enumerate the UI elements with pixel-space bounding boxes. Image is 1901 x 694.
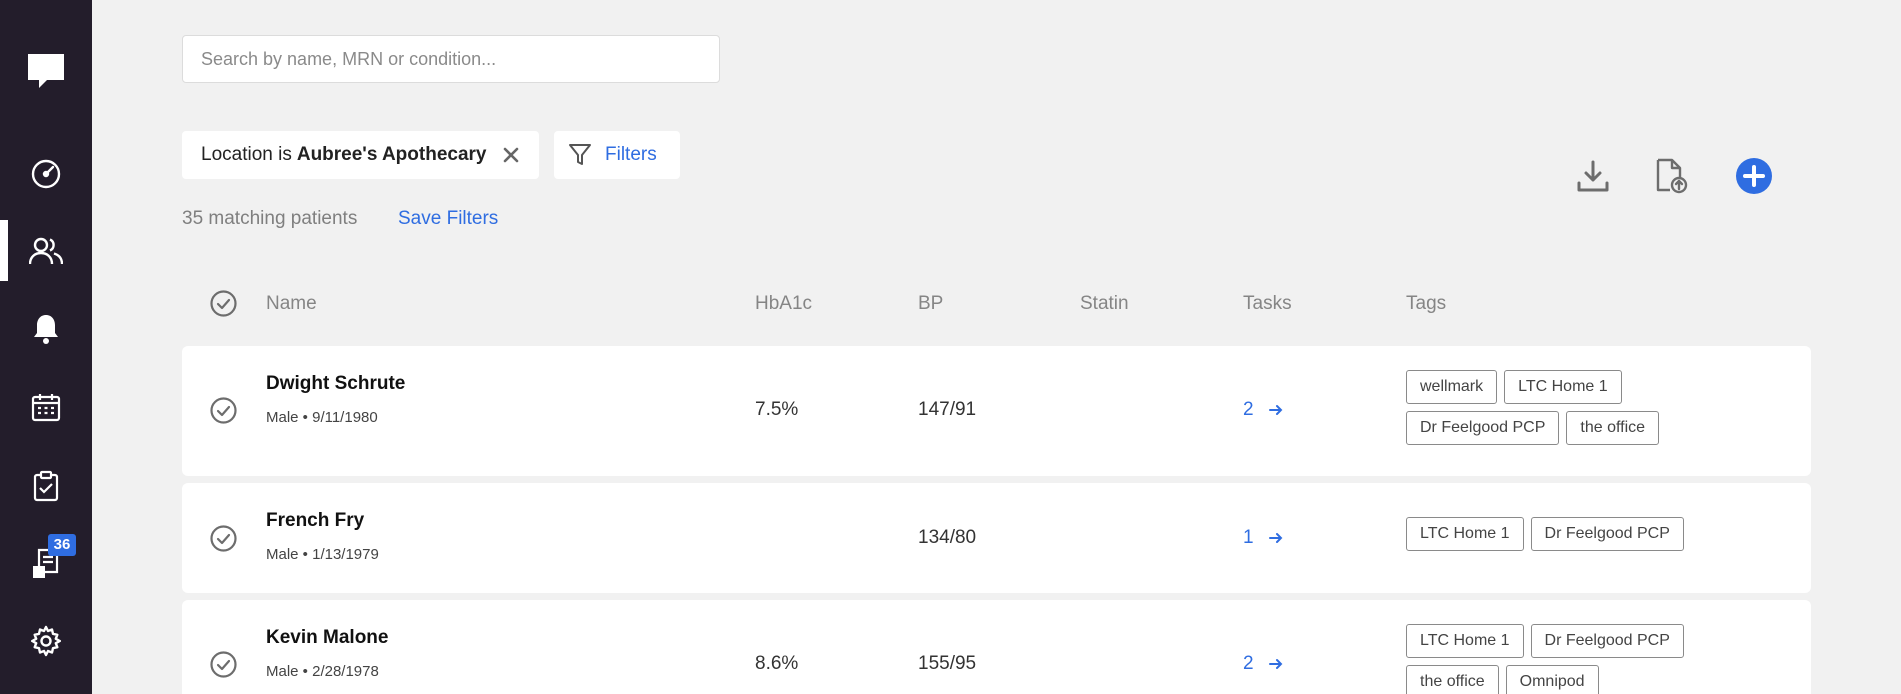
patients-icon[interactable] xyxy=(26,231,66,271)
download-icon[interactable] xyxy=(1573,156,1613,196)
sidebar: 36 xyxy=(0,0,92,694)
filter-chip-value: Aubree's Apothecary xyxy=(296,144,487,165)
column-header-tasks[interactable]: Tasks xyxy=(1243,293,1292,315)
dashboard-gauge-icon[interactable] xyxy=(26,154,66,194)
save-filters-link[interactable]: Save Filters xyxy=(398,208,498,230)
bp-value: 134/80 xyxy=(918,527,977,548)
filter-chip-label: Location is xyxy=(201,144,292,165)
patient-demographics: Male • 1/13/1979 xyxy=(266,546,379,563)
arrow-right-icon xyxy=(1268,533,1282,543)
tag[interactable]: the office xyxy=(1406,665,1499,694)
tag[interactable]: wellmark xyxy=(1406,370,1498,404)
column-header-bp[interactable]: BP xyxy=(918,293,943,315)
arrow-right-icon xyxy=(1268,405,1282,415)
location-filter-chip: Location is Aubree's Apothecary xyxy=(182,131,539,179)
tag[interactable]: Dr Feelgood PCP xyxy=(1406,411,1560,445)
tasks-count: 1 xyxy=(1243,527,1254,548)
column-header-hba1c[interactable]: HbA1c xyxy=(755,293,812,315)
arrow-right-icon xyxy=(1268,659,1282,669)
table-row[interactable]: Kevin Malone Male • 2/28/1978 8.6% 155/9… xyxy=(182,600,1811,694)
column-header-tags[interactable]: Tags xyxy=(1406,293,1446,315)
clipboard-check-icon[interactable] xyxy=(26,466,66,506)
bp-value: 147/91 xyxy=(918,399,977,420)
tasks-count: 2 xyxy=(1243,399,1254,420)
patient-demographics: Male • 2/28/1978 xyxy=(266,663,379,680)
patient-name[interactable]: Dwight Schrute xyxy=(266,373,405,395)
tasks-link[interactable]: 1 xyxy=(1243,527,1283,549)
tag-list: wellmark LTC Home 1 Dr Feelgood PCP the … xyxy=(1406,370,1736,445)
row-checkbox[interactable] xyxy=(210,397,237,424)
search-input[interactable] xyxy=(182,35,720,83)
tag-list: LTC Home 1 Dr Feelgood PCP xyxy=(1406,517,1736,551)
tag[interactable]: the office xyxy=(1566,411,1660,445)
chat-logo-icon[interactable] xyxy=(26,50,66,90)
tag[interactable]: Dr Feelgood PCP xyxy=(1530,624,1684,658)
filters-button[interactable]: Filters xyxy=(554,131,680,179)
gear-icon[interactable] xyxy=(26,621,66,661)
upload-file-icon[interactable] xyxy=(1651,156,1691,196)
table-row[interactable]: French Fry Male • 1/13/1979 134/80 1 LTC… xyxy=(182,483,1811,593)
hba1c-value: 7.5% xyxy=(755,399,799,420)
funnel-icon xyxy=(569,144,591,165)
tag[interactable]: LTC Home 1 xyxy=(1406,517,1524,551)
bell-icon[interactable] xyxy=(26,309,66,349)
tag[interactable]: Omnipod xyxy=(1505,665,1599,694)
active-nav-indicator xyxy=(0,220,8,281)
row-checkbox[interactable] xyxy=(210,525,237,552)
column-header-name[interactable]: Name xyxy=(266,293,317,315)
select-all-checkbox[interactable] xyxy=(210,290,237,317)
patient-name[interactable]: French Fry xyxy=(266,510,379,532)
filters-button-label: Filters xyxy=(605,144,657,165)
tag[interactable]: LTC Home 1 xyxy=(1406,624,1524,658)
hba1c-value: 8.6% xyxy=(755,653,799,674)
column-header-statin[interactable]: Statin xyxy=(1080,293,1129,315)
patient-name[interactable]: Kevin Malone xyxy=(266,627,388,649)
row-checkbox[interactable] xyxy=(210,651,237,678)
close-icon[interactable] xyxy=(503,147,519,163)
tasks-link[interactable]: 2 xyxy=(1243,653,1283,675)
tag[interactable]: LTC Home 1 xyxy=(1504,370,1622,404)
tasks-count: 2 xyxy=(1243,653,1254,674)
bp-value: 155/95 xyxy=(918,653,977,674)
matching-patients-count: 35 matching patients xyxy=(182,208,358,229)
patient-demographics: Male • 9/11/1980 xyxy=(266,409,378,426)
notification-count-badge: 36 xyxy=(48,534,76,556)
table-row[interactable]: Dwight Schrute Male • 9/11/1980 7.5% 147… xyxy=(182,346,1811,476)
add-patient-button[interactable] xyxy=(1734,156,1774,196)
tasks-link[interactable]: 2 xyxy=(1243,399,1283,421)
tag[interactable]: Dr Feelgood PCP xyxy=(1530,517,1684,551)
tag-list: LTC Home 1 Dr Feelgood PCP the office Om… xyxy=(1406,624,1736,694)
calendar-icon[interactable] xyxy=(26,387,66,427)
